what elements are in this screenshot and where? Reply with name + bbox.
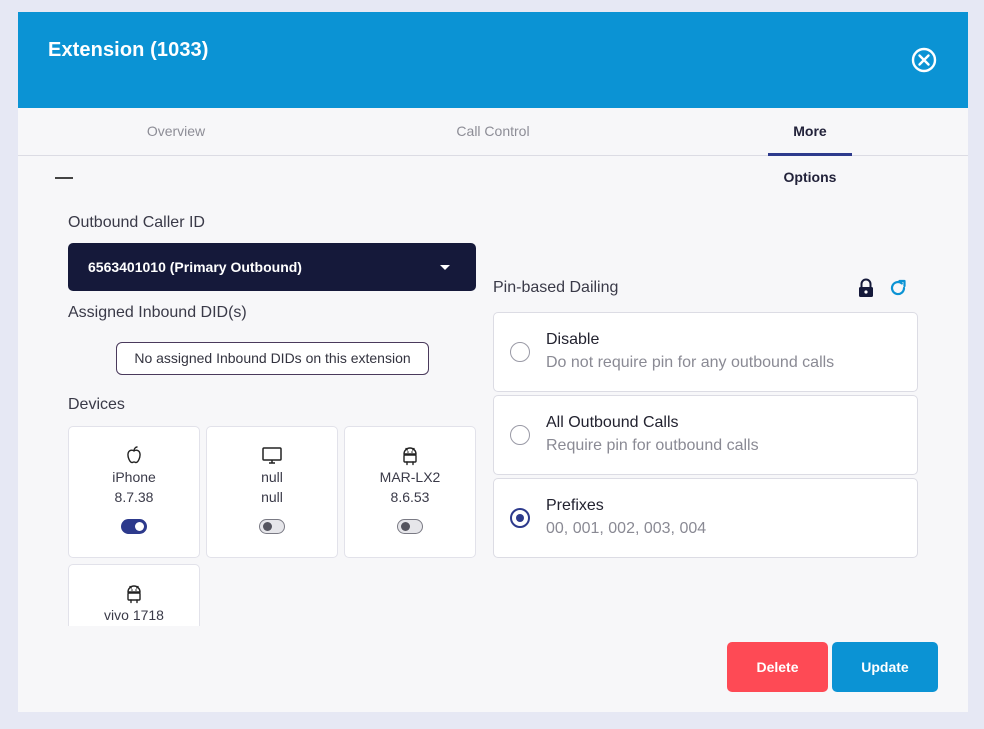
option-subtitle: 00, 001, 002, 003, 004 [546,520,707,537]
device-version: 8.6.53 [390,489,430,505]
option-subtitle: Require pin for outbound calls [546,437,759,454]
toggle-knob [401,522,410,531]
android-icon [123,582,145,604]
option-subtitle: Do not require pin for any outbound call… [546,354,835,371]
pin-option-prefixes[interactable]: Prefixes 00, 001, 002, 003, 004 [493,478,918,558]
apple-icon [123,444,145,466]
device-version: null [261,489,283,505]
devices-grid: iPhone 8.7.38 null null MAR-LX2 8.6.53 v… [68,426,478,626]
modal-title: Extension (1033) [48,39,209,61]
option-title: Disable [546,331,600,348]
no-inbound-did-chip: No assigned Inbound DIDs on this extensi… [116,342,429,375]
inbound-did-label: Assigned Inbound DID(s) [68,304,247,321]
pin-dialing-label: Pin-based Dailing [493,279,619,296]
close-icon[interactable] [911,47,937,73]
radio-button[interactable] [510,425,530,445]
tab-more-options[interactable]: More Options [768,108,852,185]
device-toggle[interactable] [397,519,423,534]
device-toggle[interactable] [259,519,285,534]
modal-header: Extension (1033) [18,12,968,108]
outbound-caller-id-value: 6563401010 (Primary Outbound) [88,259,302,275]
tab-call-control[interactable]: Call Control [452,108,534,156]
extension-modal: Extension (1033) Overview Call Control M… [18,12,968,712]
device-name: vivo 1718 [104,607,164,623]
toggle-knob [135,522,144,531]
toggle-knob [263,522,272,531]
tab-bar: Overview Call Control More Options [18,108,968,185]
collapse-handle[interactable] [55,177,73,179]
device-toggle[interactable] [121,519,147,534]
devices-label: Devices [68,396,125,413]
device-card: iPhone 8.7.38 [68,426,200,558]
device-name: iPhone [112,469,156,485]
device-version: 8.7.38 [114,489,154,505]
device-card: MAR-LX2 8.6.53 [344,426,476,558]
pin-option-disable[interactable]: Disable Do not require pin for any outbo… [493,312,918,392]
outbound-caller-id-select[interactable]: 6563401010 (Primary Outbound) [68,243,476,291]
device-card: vivo 1718 [68,564,200,626]
caret-down-icon [440,265,450,270]
refresh-icon[interactable] [888,278,908,303]
android-icon [399,444,421,466]
update-button[interactable]: Update [832,642,938,692]
radio-button[interactable] [510,342,530,362]
device-card: null null [206,426,338,558]
tab-overview[interactable]: Overview [138,108,214,156]
device-name: null [261,469,283,485]
option-title: All Outbound Calls [546,414,679,431]
delete-button[interactable]: Delete [727,642,828,692]
outbound-caller-id-label: Outbound Caller ID [68,214,205,231]
radio-button[interactable] [510,508,530,528]
option-title: Prefixes [546,497,604,514]
lock-icon[interactable] [857,278,875,303]
pin-option-all-outbound[interactable]: All Outbound Calls Require pin for outbo… [493,395,918,475]
desktop-icon [261,444,283,466]
device-name: MAR-LX2 [379,469,441,485]
